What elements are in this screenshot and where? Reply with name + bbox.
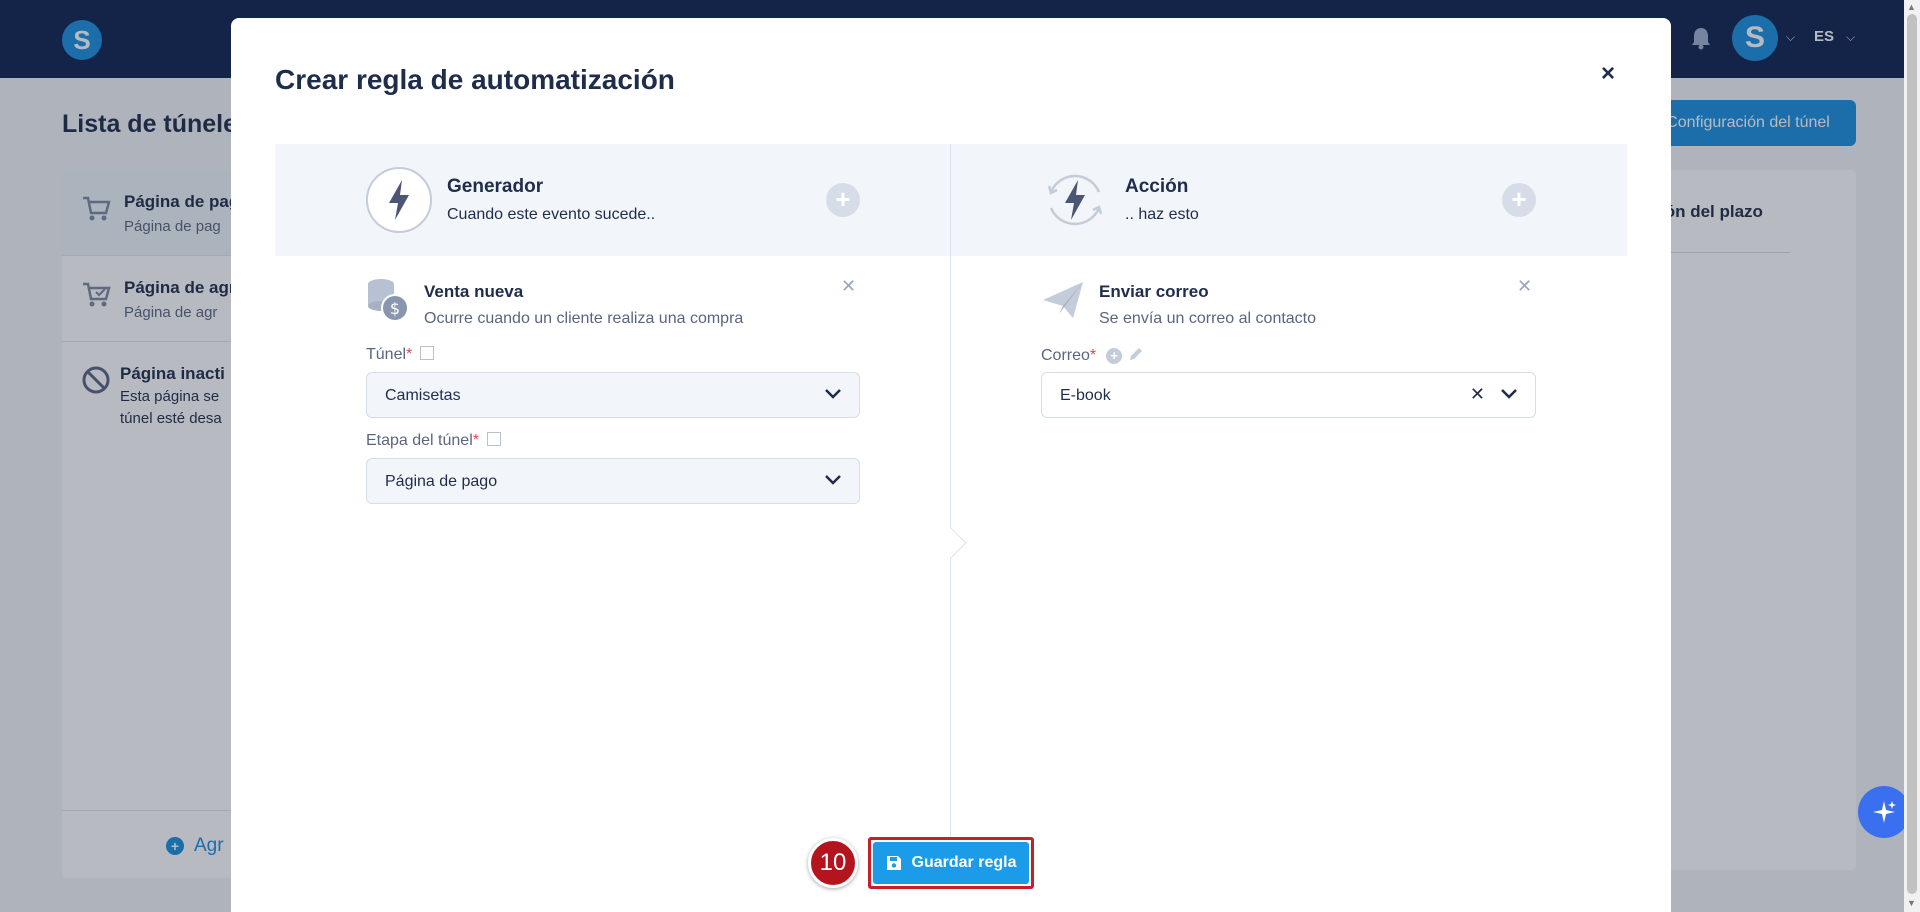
coins-dollar-icon: $ [368,279,409,322]
save-icon [886,856,901,870]
lightning-icon [366,167,432,233]
add-email-icon[interactable]: + [1106,348,1123,364]
remove-action-icon[interactable]: ✕ [1517,276,1532,297]
rule-builder-header [275,144,1627,256]
column-divider [950,144,951,838]
edit-pencil-icon[interactable] [1128,346,1144,362]
step-number-badge: 10 [808,838,858,888]
chevron-down-icon [825,389,841,399]
add-trigger-button[interactable]: + [826,183,860,217]
remove-trigger-icon[interactable]: ✕ [841,276,856,297]
action-title: Acción [1125,176,1189,197]
divider-arrow [935,527,967,559]
paper-plane-icon [1043,282,1083,318]
page-scrollbar[interactable]: ▲ ▼ [1904,0,1920,912]
funnel-select[interactable]: Camisetas [366,372,860,418]
trigger-title: Generador [447,176,544,197]
scroll-down-icon[interactable]: ▼ [1907,898,1916,908]
action-card-subtitle: Se envía un correo al contacto [1099,310,1317,327]
clear-icon[interactable]: ✕ [1470,384,1485,405]
funnel-stage-value: Página de pago [385,473,498,490]
action-card-title: Enviar correo [1099,282,1209,301]
ai-assistant-button[interactable] [1858,786,1910,838]
trigger-card-title: Venta nueva [424,282,524,301]
save-rule-label: Guardar regla [911,854,1017,871]
external-link-icon[interactable] [486,432,501,446]
chevron-down-icon [1501,389,1517,399]
add-action-button[interactable]: + [1502,183,1536,217]
trigger-card-subtitle: Ocurre cuando un cliente realiza una com… [424,310,744,327]
scroll-up-icon[interactable]: ▲ [1907,2,1916,12]
save-button-highlight: Guardar regla [868,837,1034,889]
funnel-select-value: Camisetas [385,387,461,404]
funnel-label: Túnel* [366,346,435,364]
action-subtitle: .. haz esto [1125,206,1199,223]
trigger-subtitle: Cuando este evento sucede.. [447,206,656,223]
save-rule-button[interactable]: Guardar regla [873,842,1029,884]
modal-title: Crear regla de automatización [275,64,675,95]
chevron-down-icon [825,475,841,485]
external-link-icon[interactable] [420,346,435,360]
funnel-stage-select[interactable]: Página de pago [366,458,860,504]
email-select[interactable]: E-book ✕ [1041,372,1536,418]
svg-text:$: $ [390,299,400,318]
scrollbar-thumb[interactable] [1907,14,1917,894]
email-select-value: E-book [1060,387,1111,404]
lightning-cycle-icon [1047,174,1103,226]
email-label: Correo* + [1041,346,1144,365]
funnel-stage-label: Etapa del túnel* [366,432,501,450]
sparkle-icon [1873,801,1896,823]
close-icon[interactable]: × [1601,60,1615,88]
automation-rule-modal: Crear regla de automatización × Generado… [231,18,1671,912]
